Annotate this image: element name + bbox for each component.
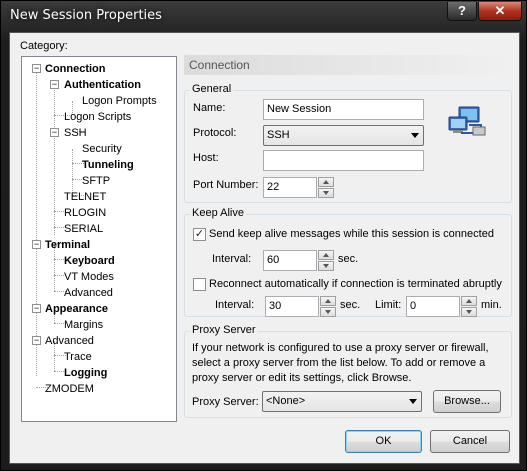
protocol-label: Protocol: xyxy=(193,127,237,139)
spin-up-icon[interactable] xyxy=(461,296,477,306)
expand-toggle-connection[interactable]: − xyxy=(32,64,41,73)
tree-item-connection[interactable]: Connection xyxy=(45,61,106,77)
network-computers-icon xyxy=(447,105,487,139)
spin-down-icon[interactable] xyxy=(320,307,336,317)
host-input[interactable] xyxy=(263,150,424,171)
tree-item-authentication[interactable]: Authentication xyxy=(64,77,141,93)
protocol-select[interactable]: SSH xyxy=(263,125,424,146)
protocol-value: SSH xyxy=(267,129,290,141)
keep-alive-interval-spinner[interactable] xyxy=(318,250,334,271)
tree-item-vt-modes[interactable]: VT Modes xyxy=(64,269,114,285)
tree-item-keyboard[interactable]: Keyboard xyxy=(64,253,115,269)
category-tree[interactable]: − − − − − − Connection Authentication Lo… xyxy=(21,56,177,422)
spin-up-icon[interactable] xyxy=(320,296,336,306)
keep-alive-interval-label: Interval: xyxy=(212,253,252,265)
tree-item-advanced[interactable]: Advanced xyxy=(45,333,94,349)
expand-toggle-advanced[interactable]: − xyxy=(32,336,41,345)
port-spinner[interactable] xyxy=(318,177,334,198)
tree-item-sftp[interactable]: SFTP xyxy=(82,173,110,189)
chevron-down-icon xyxy=(409,399,417,404)
tree-item-logon-scripts[interactable]: Logon Scripts xyxy=(64,109,131,125)
keep-alive-interval-unit: sec. xyxy=(338,253,359,265)
keep-alive-group: Keep Alive ✓ Send keep alive messages wh… xyxy=(184,207,512,317)
expand-toggle-ssh[interactable]: − xyxy=(50,128,59,137)
send-keep-alive-checkbox[interactable]: ✓ xyxy=(193,228,206,241)
tree-item-logging[interactable]: Logging xyxy=(64,365,107,381)
send-keep-alive-label: Send keep alive messages while this sess… xyxy=(209,228,494,240)
help-button[interactable]: ? xyxy=(447,2,477,21)
tree-item-trace[interactable]: Trace xyxy=(64,349,92,365)
tree-item-zmodem[interactable]: ZMODEM xyxy=(45,381,94,397)
name-input[interactable]: New Session xyxy=(263,99,424,120)
tree-item-security[interactable]: Security xyxy=(82,141,122,157)
proxy-server-select[interactable]: <None> xyxy=(262,391,422,412)
spin-down-icon[interactable] xyxy=(461,307,477,317)
expand-toggle-authentication[interactable]: − xyxy=(50,80,59,89)
limit-input[interactable]: 0 xyxy=(406,296,460,317)
dialog-window: New Session Properties ? ✕ Category: − −… xyxy=(0,0,527,471)
tree-line xyxy=(54,85,55,235)
reconnect-interval-unit: sec. xyxy=(340,299,361,311)
limit-unit: min. xyxy=(481,299,502,311)
reconnect-interval-input[interactable]: 30 xyxy=(265,296,319,317)
tree-item-margins[interactable]: Margins xyxy=(64,317,103,333)
proxy-server-value: <None> xyxy=(266,395,306,407)
port-label: Port Number: xyxy=(193,179,259,191)
expand-toggle-terminal[interactable]: − xyxy=(32,240,41,249)
proxy-legend: Proxy Server xyxy=(190,324,258,336)
browse-button[interactable]: Browse... xyxy=(433,390,501,413)
reconnect-checkbox[interactable] xyxy=(193,278,206,291)
close-button[interactable]: ✕ xyxy=(478,2,522,21)
name-label: Name: xyxy=(193,102,226,114)
limit-label: Limit: xyxy=(375,299,402,311)
cancel-button[interactable]: Cancel xyxy=(430,430,510,453)
port-input[interactable]: 22 xyxy=(263,177,317,198)
general-group: General Name: New Session Protocol: SSH … xyxy=(184,83,512,203)
limit-spinner[interactable] xyxy=(461,296,477,317)
reconnect-label: Reconnect automatically if connection is… xyxy=(209,278,502,290)
proxy-description: If your network is configured to use a p… xyxy=(192,342,489,384)
title-bar[interactable]: New Session Properties ? ✕ xyxy=(1,1,527,31)
tree-item-ssh[interactable]: SSH xyxy=(64,125,87,141)
keep-alive-interval-input[interactable]: 60 xyxy=(263,250,317,271)
general-legend: General xyxy=(190,83,234,95)
tree-item-terminal[interactable]: Terminal xyxy=(45,237,90,253)
spin-up-icon[interactable] xyxy=(318,177,334,187)
reconnect-interval-label: Interval: xyxy=(215,299,255,311)
tree-item-telnet[interactable]: TELNET xyxy=(64,189,106,205)
tree-item-logon-prompts[interactable]: Logon Prompts xyxy=(82,93,157,109)
expand-toggle-appearance[interactable]: − xyxy=(32,304,41,313)
spin-down-icon[interactable] xyxy=(318,188,334,198)
window-title: New Session Properties xyxy=(10,8,162,23)
spin-up-icon[interactable] xyxy=(318,250,334,260)
ok-button[interactable]: OK xyxy=(345,430,422,453)
tree-item-tunneling[interactable]: Tunneling xyxy=(82,157,134,173)
tree-item-appearance[interactable]: Appearance xyxy=(45,301,108,317)
host-label: Host: xyxy=(193,152,219,164)
proxy-group: Proxy Server If your network is configur… xyxy=(184,324,512,418)
proxy-server-label: Proxy Server: xyxy=(192,396,259,408)
chevron-down-icon xyxy=(411,133,419,138)
panel-title: Connection xyxy=(184,55,512,75)
tree-item-advanced-terminal[interactable]: Advanced xyxy=(64,285,113,301)
spin-down-icon[interactable] xyxy=(318,261,334,271)
tree-item-rlogin[interactable]: RLOGIN xyxy=(64,205,106,221)
keep-alive-legend: Keep Alive xyxy=(190,207,246,219)
tree-item-serial[interactable]: SERIAL xyxy=(64,221,103,237)
reconnect-interval-spinner[interactable] xyxy=(320,296,336,317)
category-label: Category: xyxy=(20,40,68,52)
tree-line xyxy=(36,69,37,376)
dialog-client-area: Category: − − − − − − Connection Authent… xyxy=(9,32,520,464)
